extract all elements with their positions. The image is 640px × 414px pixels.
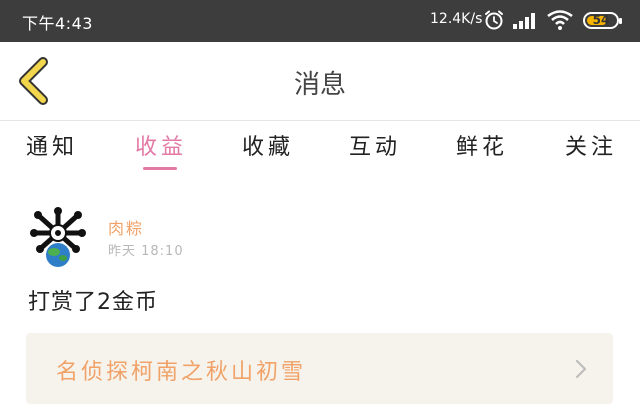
chevron-right-icon (575, 359, 587, 383)
tab-flowers[interactable]: 鲜花 (456, 129, 508, 161)
tab-notifications[interactable]: 通知 (26, 129, 78, 161)
tab-favorites[interactable]: 收藏 (242, 129, 294, 161)
battery-icon: 54 (583, 12, 622, 29)
header: 消息 (0, 42, 640, 121)
tab-bar: 通知 收益 收藏 互动 鲜花 关注 (0, 121, 640, 177)
username[interactable]: 肉粽 (108, 215, 144, 239)
tab-interactions[interactable]: 互动 (349, 129, 401, 161)
network-speed: 12.4K/s (430, 11, 483, 27)
page-title: 消息 (293, 70, 346, 100)
tab-following[interactable]: 关注 (565, 129, 617, 161)
book-card[interactable]: 名侦探柯南之秋山初雪 (26, 333, 613, 404)
message-content: 打赏了2金币 (28, 290, 158, 315)
battery-level: 54 (592, 13, 610, 27)
wifi-icon (547, 10, 573, 34)
alarm-icon (483, 9, 505, 35)
status-time: 下午4:43 (22, 14, 93, 33)
status-bar: 下午4:43 12.4K/s 54 (0, 0, 640, 42)
active-tab-indicator (143, 167, 177, 170)
book-title: 名侦探柯南之秋山初雪 (56, 360, 307, 385)
signal-icon (513, 11, 539, 33)
avatar[interactable] (28, 205, 88, 267)
tab-earnings[interactable]: 收益 (135, 129, 187, 161)
message-time: 昨天 18:10 (108, 244, 184, 259)
